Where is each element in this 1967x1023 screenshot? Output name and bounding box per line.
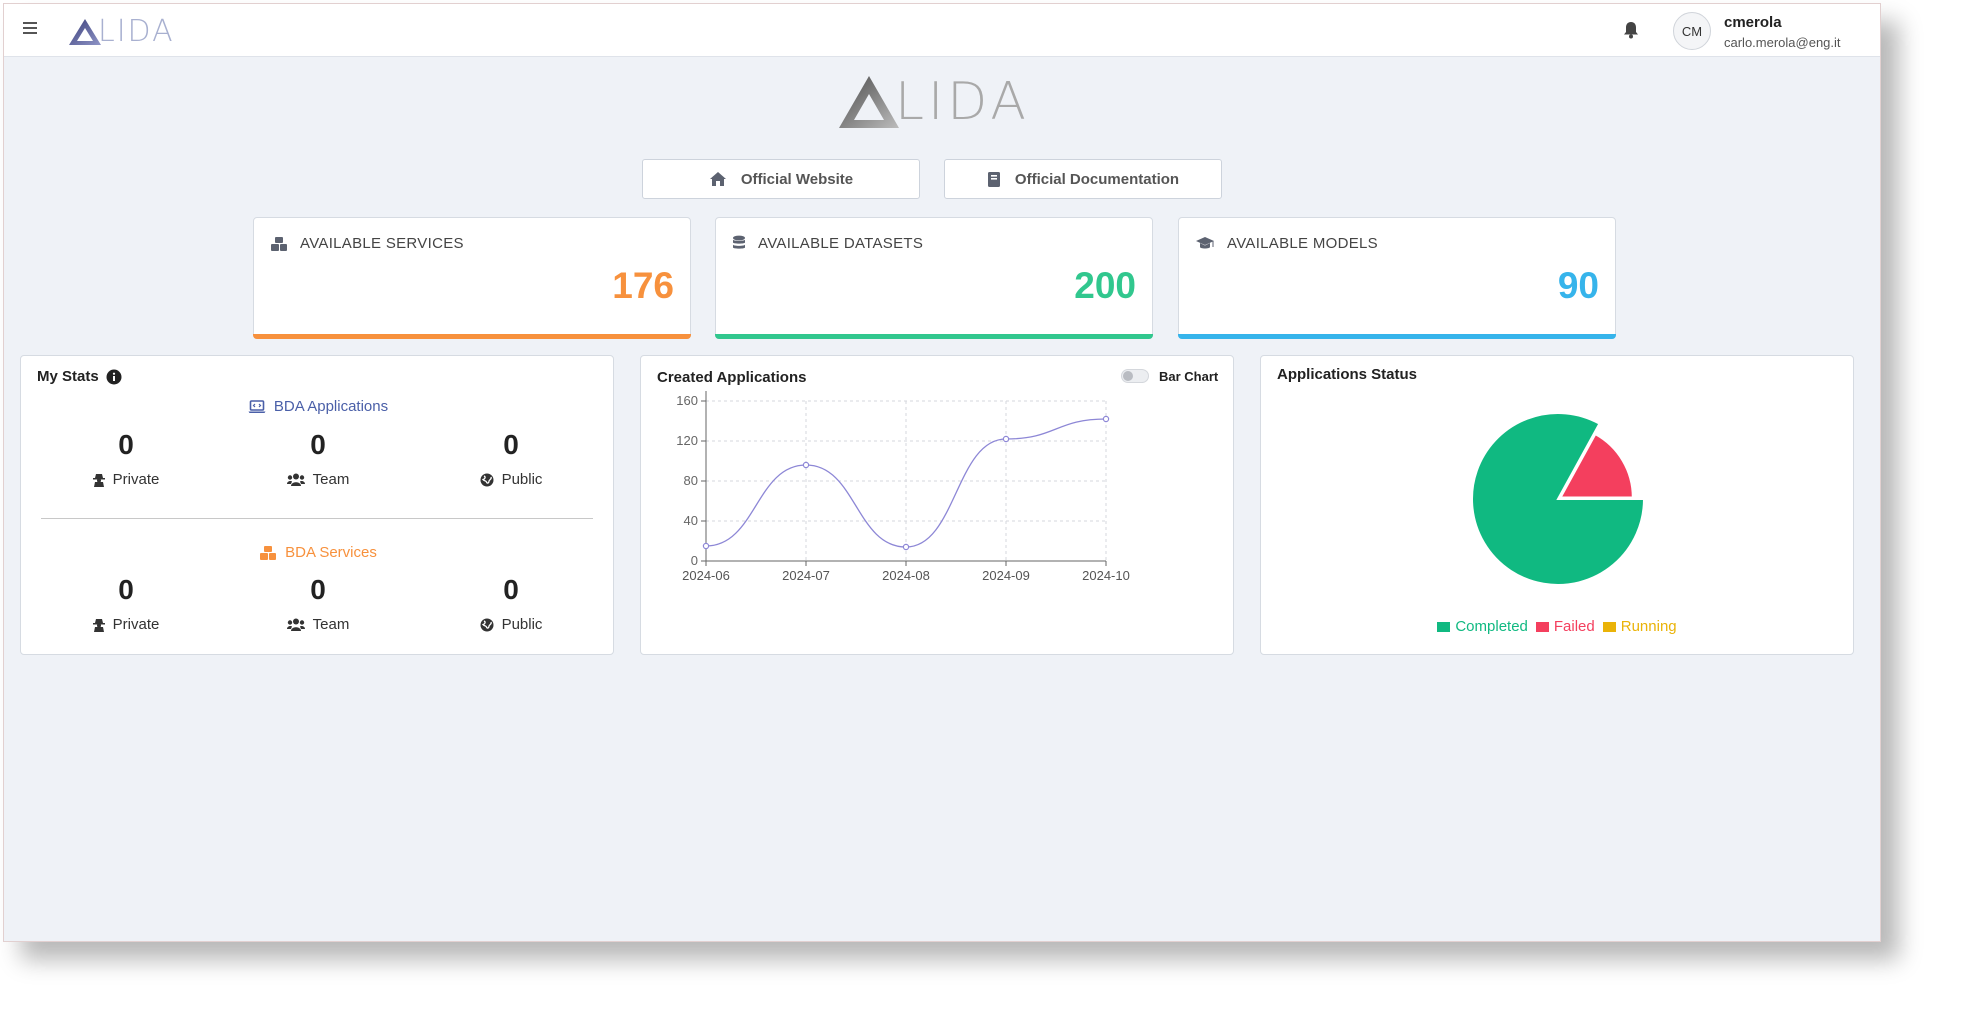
legend-label: Running: [1620, 618, 1677, 635]
card-accent-bar: [715, 334, 1153, 339]
my-stats-title: My Stats: [37, 368, 99, 385]
applications-private-stat: 0 Private: [51, 429, 201, 488]
official-documentation-button[interactable]: Official Documentation: [944, 159, 1222, 199]
official-website-button[interactable]: Official Website: [642, 159, 920, 199]
stat-number: 0: [310, 429, 326, 460]
card-value: 200: [1074, 265, 1136, 306]
app-logo[interactable]: LIDA: [68, 14, 175, 49]
stat-number: 0: [118, 429, 134, 460]
card-accent-bar: [253, 334, 691, 339]
bda-services-title: BDA Services: [285, 544, 377, 561]
stat-number: 0: [503, 574, 519, 605]
cubes-icon: [260, 545, 277, 560]
home-icon: [709, 172, 726, 186]
card-value: 176: [612, 265, 674, 306]
legend-swatch: [1535, 621, 1549, 632]
applications-team-stat: 0 Team: [243, 429, 393, 488]
x-tick-label: 2024-10: [1082, 568, 1130, 583]
pie-legend: Completed Failed Running: [1261, 618, 1853, 635]
stat-label: Public: [501, 616, 543, 633]
my-stats-panel: My Stats BDA Applications 0 Private 0 Te…: [20, 355, 614, 655]
legend-label: Failed: [1553, 618, 1595, 635]
logo-wordmark: LIDA: [895, 72, 1031, 132]
x-tick-label: 2024-06: [682, 568, 730, 583]
bda-applications-header: BDA Applications: [21, 398, 615, 415]
data-point: [1102, 415, 1110, 423]
users-icon: [286, 618, 305, 631]
stat-number: 0: [118, 574, 134, 605]
legend-item-running[interactable]: Running: [1602, 618, 1677, 635]
user-name: cmerola: [1724, 14, 1782, 31]
data-point: [1002, 435, 1010, 443]
database-icon: [733, 235, 745, 249]
legend-swatch: [1602, 621, 1616, 632]
user-secret-icon: [92, 473, 105, 487]
bda-applications-title: BDA Applications: [273, 398, 389, 415]
logo-triangle-icon: [69, 18, 101, 45]
y-tick-label: 160: [676, 393, 698, 408]
stat-label: Team: [312, 471, 350, 488]
globe-icon: [480, 473, 494, 486]
stat-label: Public: [501, 471, 543, 488]
legend-item-failed[interactable]: Failed: [1535, 618, 1595, 635]
stats-divider: [41, 518, 593, 519]
x-tick-label: 2024-08: [882, 568, 930, 583]
legend-label: Completed: [1455, 618, 1528, 635]
stat-number: 0: [503, 429, 519, 460]
book-icon: [987, 171, 1000, 187]
legend-item-completed[interactable]: Completed: [1437, 618, 1528, 635]
services-team-stat: 0 Team: [243, 574, 393, 633]
main-logo: LIDA: [837, 72, 1030, 132]
graduation-cap-icon: [1196, 237, 1214, 249]
user-avatar[interactable]: CM: [1673, 12, 1711, 50]
created-applications-line-chart: 0 40 80 120 160 2024-06 2024-07 2024-08 2024-09 2…: [676, 391, 1130, 583]
data-point: [702, 542, 710, 550]
stat-label: Private: [112, 616, 160, 633]
created-applications-panel: Created Applications Bar Chart 0 40 80 120 1…: [640, 355, 1234, 655]
legend-swatch: [1437, 621, 1451, 632]
user-email: carlo.merola@eng.it: [1724, 35, 1841, 50]
services-private-stat: 0 Private: [51, 574, 201, 633]
pie-slice-completed: [1471, 412, 1646, 586]
available-models-card[interactable]: AVAILABLE MODELS 90: [1178, 217, 1616, 339]
stat-label: Private: [112, 471, 160, 488]
stat-label: Team: [312, 616, 350, 633]
card-accent-bar: [1178, 334, 1616, 339]
notifications-bell-icon[interactable]: [1623, 21, 1639, 44]
y-tick-label: 40: [684, 513, 698, 528]
laptop-code-icon: [248, 399, 266, 413]
logo-triangle-icon: [839, 76, 899, 128]
user-secret-icon: [92, 618, 105, 632]
official-website-label: Official Website: [740, 170, 854, 188]
y-tick-label: 120: [676, 433, 698, 448]
app-window: LIDA CM cmerola carlo.merola@eng.it LIDA…: [3, 3, 1881, 942]
x-tick-label: 2024-09: [982, 568, 1030, 583]
data-point: [802, 461, 810, 469]
y-tick-label: 80: [684, 473, 698, 488]
top-bar: LIDA CM cmerola carlo.merola@eng.it: [4, 4, 1880, 57]
available-services-card[interactable]: AVAILABLE SERVICES 176: [253, 217, 691, 339]
official-documentation-label: Official Documentation: [1014, 170, 1180, 188]
stat-number: 0: [310, 574, 326, 605]
services-public-stat: 0 Public: [436, 574, 586, 633]
x-tick-label: 2024-07: [782, 568, 830, 583]
y-tick-label: 0: [691, 553, 698, 568]
data-point: [902, 543, 910, 551]
users-icon: [286, 473, 305, 486]
menu-icon[interactable]: [23, 22, 37, 37]
applications-status-panel: Applications Status Completed Failed Run…: [1260, 355, 1854, 655]
available-datasets-card[interactable]: AVAILABLE DATASETS 200: [715, 217, 1153, 339]
card-title: AVAILABLE DATASETS: [758, 235, 924, 252]
globe-icon: [480, 618, 494, 631]
applications-public-stat: 0 Public: [436, 429, 586, 488]
applications-status-pie-chart: [1471, 412, 1646, 586]
card-value: 90: [1557, 265, 1599, 306]
card-title: AVAILABLE SERVICES: [300, 235, 464, 252]
info-icon[interactable]: [106, 369, 122, 385]
card-title: AVAILABLE MODELS: [1227, 235, 1378, 252]
bda-services-header: BDA Services: [21, 544, 615, 561]
cubes-icon: [271, 236, 287, 251]
logo-wordmark: LIDA: [98, 14, 175, 49]
